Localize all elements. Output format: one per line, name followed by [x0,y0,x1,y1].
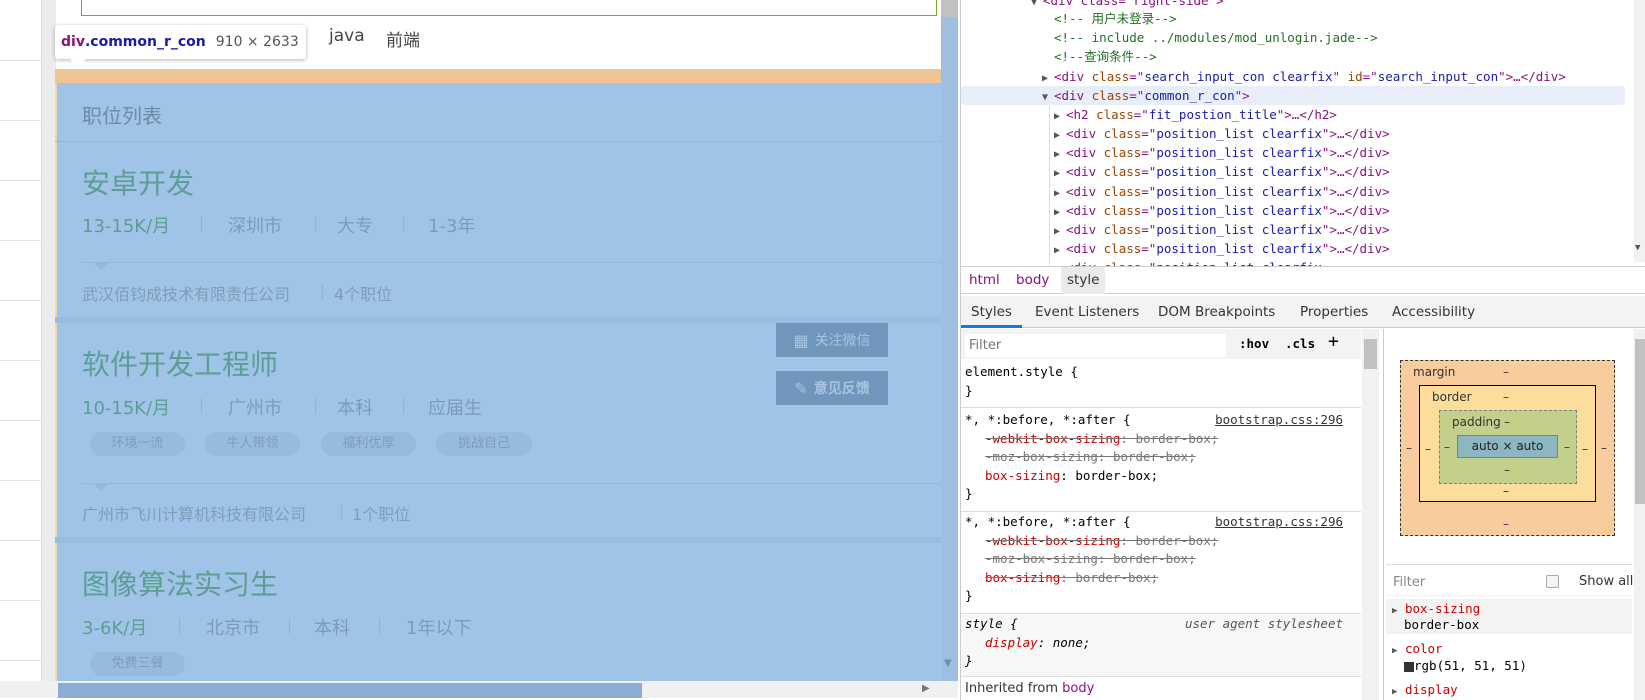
devtools-tabs: Styles Event Listeners DOM Breakpoints P… [961,296,1645,328]
follow-wechat-label: 关注微信 [814,333,871,349]
crumb-html[interactable]: html [963,267,1006,294]
keyword-frontend[interactable]: 前端 [386,26,420,51]
show-all-checkbox[interactable] [1546,575,1559,588]
tab-event-listeners[interactable]: Event Listeners [1035,296,1139,328]
inherited-element-link[interactable]: body [1062,681,1094,696]
job-salary: 13-15K/月 [82,216,171,237]
job-experience: 1年以下 [406,618,472,639]
crumb-style[interactable]: style [1061,267,1106,294]
dom-node-h2[interactable]: ▶ <h2 class="fit_postion_title">…</h2> [1054,105,1337,124]
styles-scrollbar[interactable] [1362,329,1379,700]
hov-toggle[interactable]: :hov [1239,336,1269,351]
dom-node-position-list[interactable]: ▶ <div class="position_list clearfix">…</… [1054,239,1390,258]
tab-properties[interactable]: Properties [1300,296,1368,328]
search-input[interactable] [81,0,937,16]
computed-prop[interactable]: ▶ color rgb(51, 51, 51) [1386,639,1632,675]
dom-node-position-list[interactable]: ▶ <div class="position_list clearfix">…</… [1054,124,1390,143]
scroll-down-arrow-icon[interactable]: ▼ [944,658,952,669]
computed-prop[interactable]: ▶ display [1392,682,1458,700]
page-vertical-scrollbar[interactable] [941,0,958,681]
section-title: 职位列表 [82,104,162,128]
collapse-triangle-icon: ▼ [1042,92,1049,103]
job-tag: 环境一流 [90,432,185,456]
job-city: 广州市 [228,398,282,419]
inherited-from-label: Inherited from body [965,681,1095,696]
company-name[interactable]: 广州市飞川计算机科技有限公司 [82,501,306,525]
color-swatch[interactable] [1404,661,1414,672]
job-salary: 3-6K/月 [82,618,148,639]
page-scroll-thumb[interactable] [941,0,958,17]
webpage-viewport: java 前端 职位列表 安卓开发 13-15K/月 深圳市 大专 1-3年 武… [0,0,960,700]
computed-pane: margin – – – – border – – – – padding – … [1383,329,1645,700]
cls-toggle[interactable]: .cls [1285,336,1315,351]
devtools-panel: ▼ <div class="right-side"> <!-- 用户未登录--> … [960,0,1645,700]
left-sidebar [0,0,42,681]
css-rule[interactable]: *, *:before, *:after {bootstrap.css:296 … [961,513,1361,614]
source-link[interactable]: bootstrap.css:296 [1215,411,1343,430]
new-rule-button[interactable]: + [1328,331,1339,352]
tooltip-dimensions: 910 × 2633 [215,34,299,50]
styles-filter-input[interactable] [965,334,1226,357]
job-tag: 免费三餐 [90,652,185,676]
dom-node-position-list[interactable]: ▶ <div class="position_list clearfix">…</… [1054,162,1390,181]
dom-node-position-list[interactable]: ▶ <div class="position_list clearfix">…</… [1054,220,1390,239]
dom-scrollbar[interactable]: ▼ [1634,0,1645,262]
dom-node-common-r-con[interactable]: ▼ <div class="common_r_con"> [1042,86,1250,105]
job-city: 深圳市 [228,216,282,237]
source-link[interactable]: bootstrap.css:296 [1215,513,1343,532]
dom-node-position-list[interactable]: ▶ <div class="position_list clearfix">…</… [1054,182,1390,201]
keyword-java[interactable]: java [329,26,365,46]
dom-node-search-input-con[interactable]: ▶ <div class="search_input_con clearfix" … [1042,67,1566,86]
ua-style-rule[interactable]: style {user agent stylesheet display: no… [961,615,1361,677]
computed-filter-input[interactable]: Filter [1393,575,1425,590]
dom-comment[interactable]: <!-- include ../modules/mod_unlogin.jade… [1054,28,1378,47]
breadcrumb: html body style [961,266,1645,294]
content-box: auto × auto [1457,435,1558,458]
job-title[interactable]: 图像算法实习生 [82,563,278,603]
dom-comment[interactable]: <!-- 用户未登录--> [1054,9,1177,28]
inspect-tooltip: div.common_r_con 910 × 2633 [55,25,306,59]
position-count[interactable]: 4个职位 [334,281,392,305]
tab-dom-breakpoints[interactable]: DOM Breakpoints [1158,296,1275,328]
edit-icon: ✎ [794,378,808,398]
position-count[interactable]: 1个职位 [352,501,410,525]
job-title[interactable]: 软件开发工程师 [82,343,278,383]
styles-pane: :hov .cls + element.style { } *, *:befor… [961,329,1379,700]
job-tag: 挑战自己 [436,432,532,456]
feedback-label: 意见反馈 [813,381,870,397]
tooltip-class: .common_r_con [84,34,206,50]
show-all-label: Show all [1579,574,1634,589]
computed-prop[interactable]: ▶ box-sizing border-box [1386,599,1632,634]
job-experience: 1-3年 [428,216,476,237]
job-salary: 10-15K/月 [82,398,171,419]
margin-highlight [55,69,941,83]
tab-accessibility[interactable]: Accessibility [1392,296,1475,328]
job-tag: 福利优厚 [321,432,416,456]
feedback-button[interactable]: ✎ 意见反馈 [776,371,888,405]
computed-scrollbar[interactable] [1634,329,1645,700]
job-education: 大专 [337,216,373,237]
job-experience: 应届生 [428,398,482,419]
dom-comment[interactable]: <!--查询条件--> [1054,47,1157,66]
job-title[interactable]: 安卓开发 [82,162,194,202]
dom-node-position-list[interactable]: ▶ <div class="position_list clearfix">…</… [1054,143,1390,162]
job-education: 本科 [314,618,350,639]
dom-node-position-list[interactable]: ▶ <div class="position_list clearfix">…</… [1054,201,1390,220]
gutter [42,0,56,681]
scroll-right-arrow-icon[interactable]: ▶ [922,683,930,694]
crumb-body[interactable]: body [1010,267,1055,294]
follow-wechat-button[interactable]: ▦ 关注微信 [776,323,888,357]
job-tag: 牛人带领 [205,432,300,456]
job-city: 北京市 [206,618,260,639]
tab-styles[interactable]: Styles [971,296,1012,328]
qr-code-icon: ▦ [793,330,809,350]
horizontal-scroll-thumb[interactable] [58,683,642,698]
job-education: 本科 [337,398,373,419]
tooltip-tag: div [61,34,85,50]
box-model: margin – – – – border – – – – padding – … [1400,360,1615,536]
css-rule[interactable]: *, *:before, *:after {bootstrap.css:296 … [961,411,1361,512]
company-name[interactable]: 武汉佰钧成技术有限责任公司 [82,281,290,305]
element-style-rule[interactable]: element.style { } [961,363,1361,408]
